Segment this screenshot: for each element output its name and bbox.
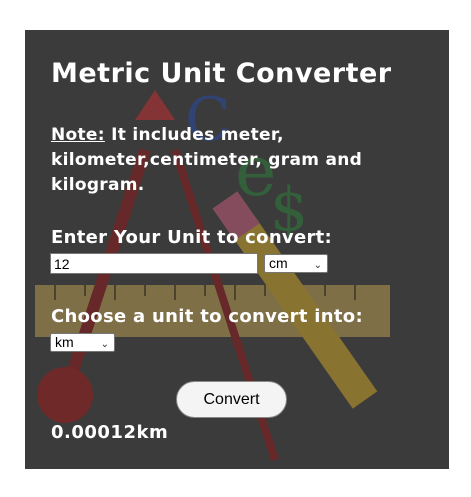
unit-value-input[interactable] [50,253,258,274]
page-title: Metric Unit Converter [51,58,392,89]
enter-unit-label: Enter Your Unit to convert: [51,227,333,248]
note-text: Note: It includes meter, kilometer,centi… [51,123,411,198]
chevron-down-icon: ⌄ [100,339,109,350]
choose-unit-label: Choose a unit to convert into: [51,306,363,327]
converter-panel: e $ C Metric Unit Converter Note: It inc… [25,30,449,469]
to-unit-select[interactable]: km ⌄ [50,333,115,352]
from-unit-value: cm [269,255,288,271]
convert-button[interactable]: Convert [176,381,287,418]
converter-content: Metric Unit Converter Note: It includes … [25,30,449,469]
conversion-result: 0.00012km [51,422,169,443]
from-unit-select[interactable]: cm ⌄ [264,254,328,273]
note-label: Note: [51,125,105,145]
chevron-down-icon: ⌄ [313,260,322,271]
to-unit-value: km [55,334,74,350]
